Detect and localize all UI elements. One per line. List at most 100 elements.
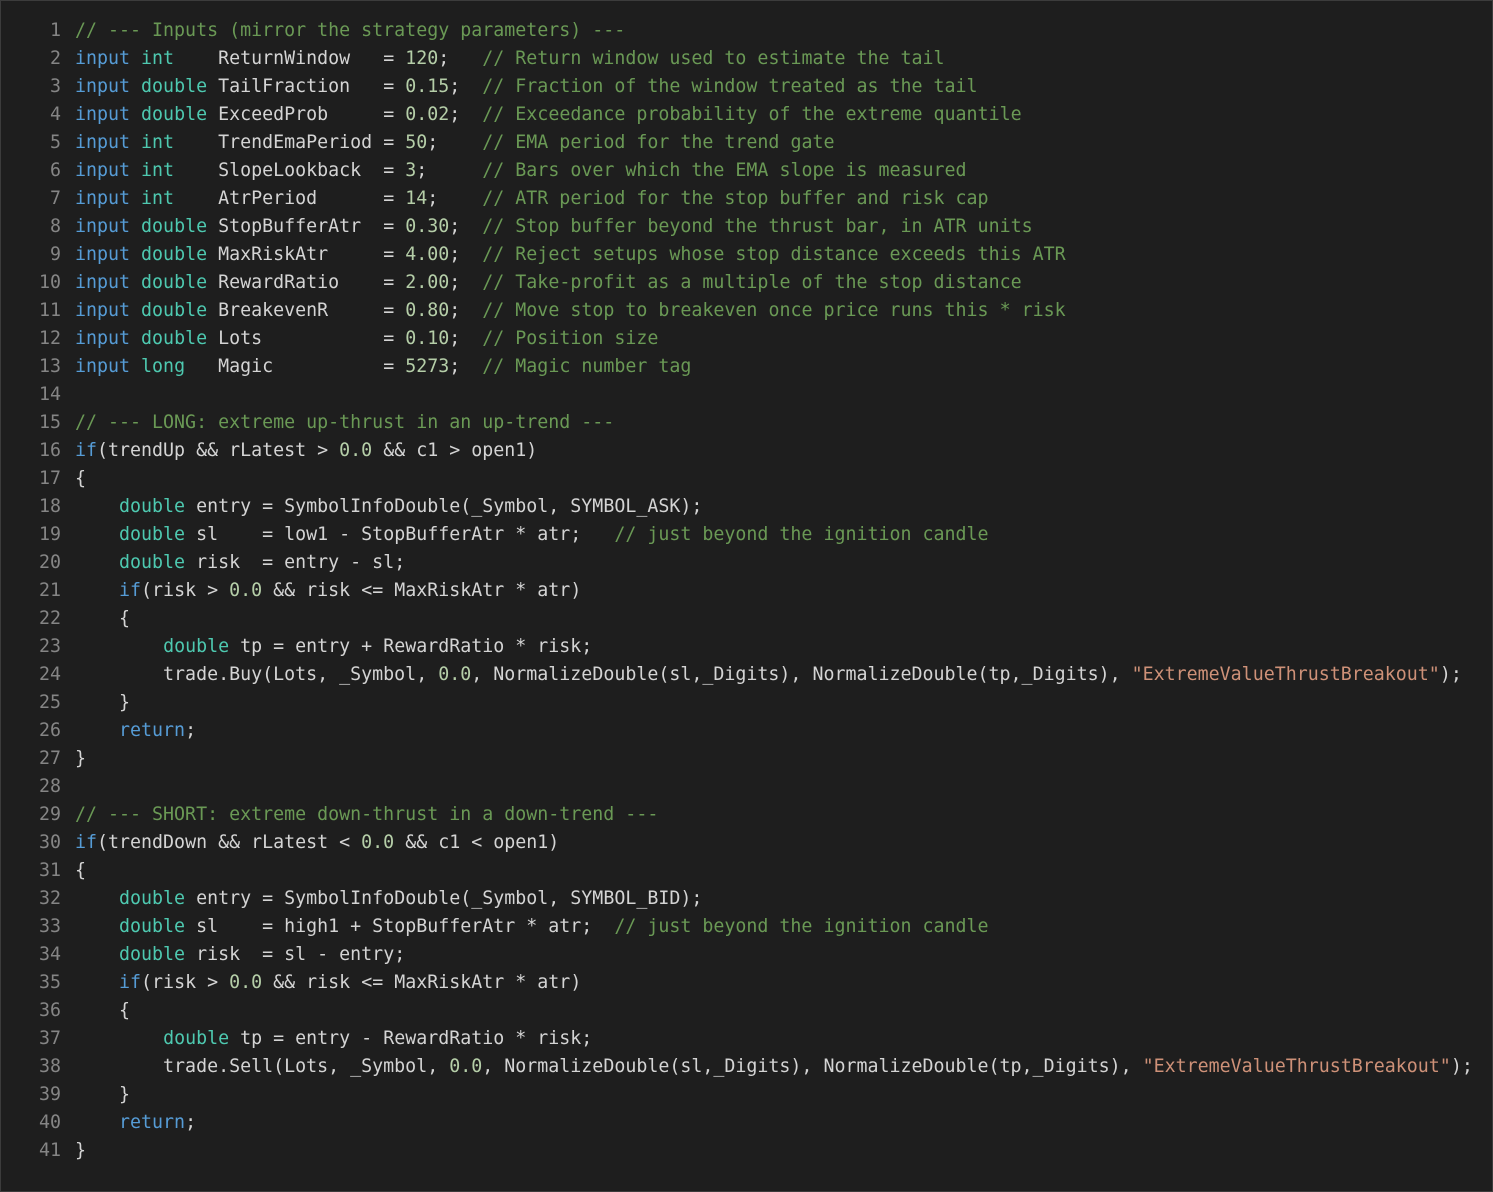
code-line[interactable]: 41}	[1, 1137, 1492, 1165]
code-line[interactable]: 3 input double TailFraction = 0.15; // Fr…	[1, 73, 1492, 101]
code-line[interactable]: 25 }	[1, 689, 1492, 717]
line-text[interactable]	[61, 773, 75, 801]
code-line[interactable]: 38 trade.Sell(Lots, _Symbol, 0.0, Normal…	[1, 1053, 1492, 1081]
code-line[interactable]: 19 double sl = low1 - StopBufferAtr * at…	[1, 521, 1492, 549]
line-text[interactable]: input double Lots = 0.10; // Position si…	[61, 325, 658, 353]
code-line[interactable]: 24 trade.Buy(Lots, _Symbol, 0.0, Normali…	[1, 661, 1492, 689]
line-text[interactable]: input long Magic = 5273; // Magic number…	[61, 353, 691, 381]
line-text[interactable]: input int TrendEmaPeriod = 50; // EMA pe…	[61, 129, 834, 157]
line-text[interactable]: input int AtrPeriod = 14; // ATR period …	[61, 185, 989, 213]
code-line[interactable]: 32 double entry = SymbolInfoDouble(_Symb…	[1, 885, 1492, 913]
code-token: {	[75, 860, 87, 881]
line-text[interactable]: if(trendDown && rLatest < 0.0 && c1 < op…	[61, 829, 559, 857]
line-text[interactable]: double sl = high1 + StopBufferAtr * atr;…	[61, 913, 989, 941]
line-number: 32	[38, 888, 61, 909]
code-line[interactable]: 39 }	[1, 1081, 1492, 1109]
line-text[interactable]: double risk = entry - sl;	[61, 549, 405, 577]
line-text[interactable]: return;	[61, 1109, 196, 1137]
line-text[interactable]: input int ReturnWindow = 120; // Return …	[61, 45, 945, 73]
code-line[interactable]: 33 double sl = high1 + StopBufferAtr * a…	[1, 913, 1492, 941]
code-line[interactable]: 36 {	[1, 997, 1492, 1025]
line-text[interactable]: double entry = SymbolInfoDouble(_Symbol,…	[61, 885, 702, 913]
line-text[interactable]	[61, 381, 75, 409]
code-area[interactable]: 1 // --- Inputs (mirror the strategy para…	[1, 17, 1492, 1165]
string-token: "ExtremeValueThrustBreakout"	[1131, 664, 1440, 685]
line-number: 40	[38, 1112, 61, 1133]
line-text[interactable]: {	[61, 605, 130, 633]
code-line[interactable]: 22 {	[1, 605, 1492, 633]
line-text[interactable]: {	[61, 465, 86, 493]
code-line[interactable]: 10 input double RewardRatio = 2.00; // Ta…	[1, 269, 1492, 297]
code-editor[interactable]: 1 // --- Inputs (mirror the strategy para…	[0, 0, 1493, 1192]
code-line[interactable]: 11 input double BreakevenR = 0.80; // Mov…	[1, 297, 1492, 325]
line-text[interactable]: double tp = entry - RewardRatio * risk;	[61, 1025, 592, 1053]
type-token: double	[141, 104, 208, 125]
line-text[interactable]: double sl = low1 - StopBufferAtr * atr; …	[61, 521, 989, 549]
line-text[interactable]: {	[61, 857, 86, 885]
line-text[interactable]: // --- LONG: extreme up-thrust in an up-…	[61, 409, 614, 437]
line-text[interactable]: input int SlopeLookback = 3; // Bars ove…	[61, 157, 967, 185]
line-text[interactable]: }	[61, 689, 130, 717]
line-text[interactable]: double risk = sl - entry;	[61, 941, 405, 969]
code-token: ;	[449, 76, 483, 97]
code-line[interactable]: 35 if(risk > 0.0 && risk <= MaxRiskAtr *…	[1, 969, 1492, 997]
line-text[interactable]: if(risk > 0.0 && risk <= MaxRiskAtr * at…	[61, 969, 581, 997]
code-line[interactable]: 13 input long Magic = 5273; // Magic numb…	[1, 353, 1492, 381]
number-token: 0.0	[339, 440, 373, 461]
line-text[interactable]: trade.Buy(Lots, _Symbol, 0.0, NormalizeD…	[61, 661, 1462, 689]
code-line[interactable]: 18 double entry = SymbolInfoDouble(_Symb…	[1, 493, 1492, 521]
line-text[interactable]: if(trendUp && rLatest > 0.0 && c1 > open…	[61, 437, 537, 465]
line-text[interactable]: trade.Sell(Lots, _Symbol, 0.0, Normalize…	[61, 1053, 1473, 1081]
line-text[interactable]: }	[61, 1081, 130, 1109]
keyword-token: input	[75, 76, 142, 97]
code-line[interactable]: 8 input double StopBufferAtr = 0.30; // S…	[1, 213, 1492, 241]
code-line[interactable]: 7 input int AtrPeriod = 14; // ATR period…	[1, 185, 1492, 213]
code-line[interactable]: 17 {	[1, 465, 1492, 493]
code-line[interactable]: 1 // --- Inputs (mirror the strategy para…	[1, 17, 1492, 45]
code-line[interactable]: 16 if(trendUp && rLatest > 0.0 && c1 > op…	[1, 437, 1492, 465]
code-line[interactable]: 2 input int ReturnWindow = 120; // Return…	[1, 45, 1492, 73]
line-text[interactable]: double entry = SymbolInfoDouble(_Symbol,…	[61, 493, 702, 521]
line-text[interactable]: double tp = entry + RewardRatio * risk;	[61, 633, 592, 661]
code-line[interactable]: 20 double risk = entry - sl;	[1, 549, 1492, 577]
code-token: entry = SymbolInfoDouble(_Symbol, SYMBOL…	[185, 496, 703, 517]
line-text[interactable]: if(risk > 0.0 && risk <= MaxRiskAtr * at…	[61, 577, 581, 605]
code-line[interactable]: 12 input double Lots = 0.10; // Position …	[1, 325, 1492, 353]
code-token: BreakevenR =	[207, 300, 406, 321]
code-line[interactable]: 40 return;	[1, 1109, 1492, 1137]
line-text[interactable]: input double BreakevenR = 0.80; // Move …	[61, 297, 1066, 325]
line-number: 21	[38, 580, 61, 601]
code-line[interactable]: 28	[1, 773, 1492, 801]
code-line[interactable]: 30 if(trendDown && rLatest < 0.0 && c1 < …	[1, 829, 1492, 857]
code-line[interactable]: 14	[1, 381, 1492, 409]
line-text[interactable]: // --- Inputs (mirror the strategy param…	[61, 17, 625, 45]
code-line[interactable]: 23 double tp = entry + RewardRatio * ris…	[1, 633, 1492, 661]
code-line[interactable]: 4 input double ExceedProb = 0.02; // Exce…	[1, 101, 1492, 129]
line-text[interactable]: return;	[61, 717, 196, 745]
code-line[interactable]: 26 return;	[1, 717, 1492, 745]
code-line[interactable]: 37 double tp = entry - RewardRatio * ris…	[1, 1025, 1492, 1053]
line-text[interactable]: input double StopBufferAtr = 0.30; // St…	[61, 213, 1033, 241]
code-token: (trendDown && rLatest <	[97, 832, 362, 853]
type-token: double	[119, 524, 186, 545]
code-line[interactable]: 31 {	[1, 857, 1492, 885]
code-line[interactable]: 29 // --- SHORT: extreme down-thrust in a…	[1, 801, 1492, 829]
code-line[interactable]: 27}	[1, 745, 1492, 773]
number-token: 0.0	[229, 580, 263, 601]
code-line[interactable]: 6 input int SlopeLookback = 3; // Bars ov…	[1, 157, 1492, 185]
line-number: 7	[49, 188, 61, 209]
code-line[interactable]: 21 if(risk > 0.0 && risk <= MaxRiskAtr *…	[1, 577, 1492, 605]
line-text[interactable]: {	[61, 997, 130, 1025]
code-line[interactable]: 15 // --- LONG: extreme up-thrust in an u…	[1, 409, 1492, 437]
code-line[interactable]: 34 double risk = sl - entry;	[1, 941, 1492, 969]
line-text[interactable]: input double MaxRiskAtr = 4.00; // Rejec…	[61, 241, 1066, 269]
line-text[interactable]: }	[61, 745, 86, 773]
code-line[interactable]: 5 input int TrendEmaPeriod = 50; // EMA p…	[1, 129, 1492, 157]
line-text[interactable]: }	[61, 1137, 86, 1165]
line-text[interactable]: // --- SHORT: extreme down-thrust in a d…	[61, 801, 658, 829]
code-line[interactable]: 9 input double MaxRiskAtr = 4.00; // Reje…	[1, 241, 1492, 269]
line-text[interactable]: input double RewardRatio = 2.00; // Take…	[61, 269, 1022, 297]
line-text[interactable]: input double TailFraction = 0.15; // Fra…	[61, 73, 978, 101]
line-text[interactable]: input double ExceedProb = 0.02; // Excee…	[61, 101, 1022, 129]
